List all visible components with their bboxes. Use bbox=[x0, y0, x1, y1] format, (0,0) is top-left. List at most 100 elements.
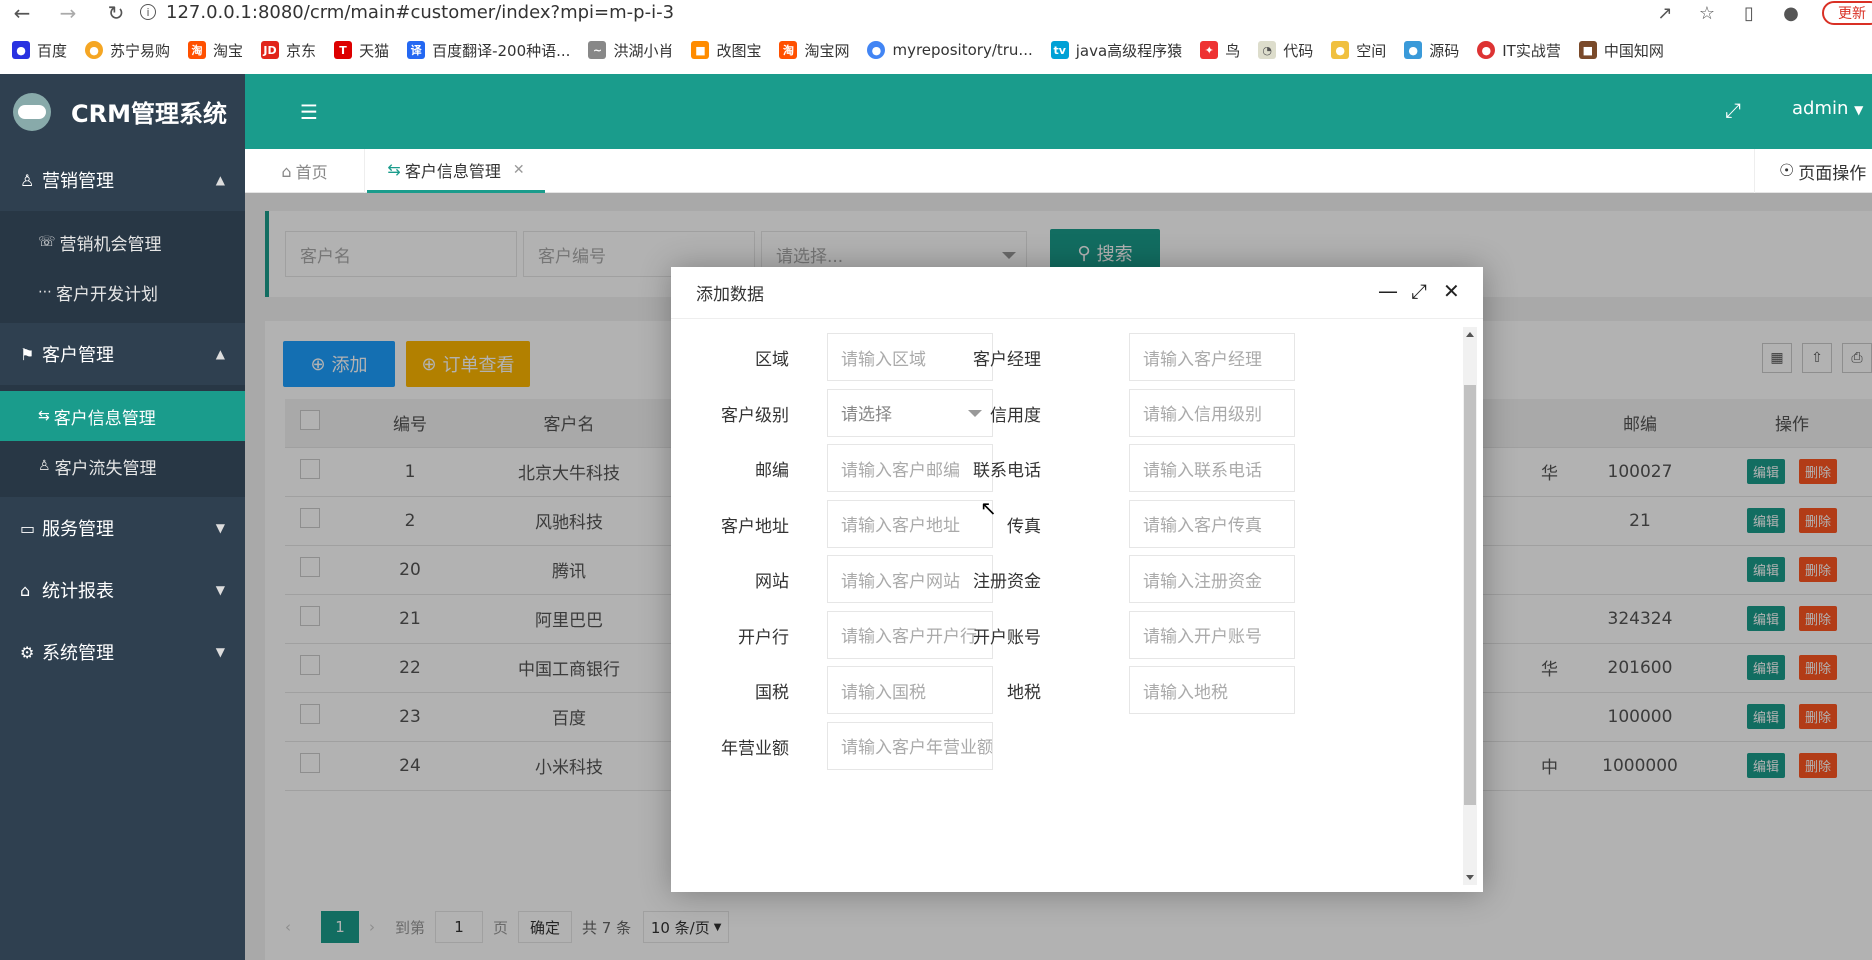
back-icon[interactable]: ← bbox=[8, 1, 36, 25]
sidebar-group-marketing[interactable]: ♙ 营销管理 ▲ bbox=[0, 149, 245, 211]
field-label: 国税 bbox=[755, 683, 789, 703]
ellipsis-icon: ⋯ bbox=[38, 284, 52, 300]
field-label: 网站 bbox=[755, 572, 789, 592]
suning-icon: ● bbox=[85, 41, 104, 59]
scroll-up-icon[interactable] bbox=[1466, 332, 1474, 337]
home-icon: ⌂ bbox=[281, 161, 292, 181]
bookmark-gaitubao[interactable]: ■ 改图宝 bbox=[691, 40, 761, 61]
forward-icon[interactable]: → bbox=[54, 1, 82, 25]
sidebar-item-opportunity[interactable]: ☏ 营销机会管理 bbox=[0, 217, 245, 267]
bookmark-myrepository[interactable]: ● myrepository/tru... bbox=[867, 41, 1033, 59]
flag-icon: ⚑ bbox=[20, 344, 35, 364]
chevron-up-icon: ▲ bbox=[215, 173, 225, 187]
form-input[interactable]: 请输入客户年营业额 bbox=[827, 721, 993, 770]
bookmark-it[interactable]: ● IT实战营 bbox=[1477, 40, 1561, 61]
sidebar-item-customer-loss[interactable]: ♙ 客户流失管理 bbox=[0, 441, 245, 491]
tab-bar: ⌂ 首页 ⇆ 客户信息管理 ✕ ☉ 页面操作 bbox=[245, 149, 1872, 193]
info-icon[interactable]: i bbox=[140, 4, 156, 20]
target-icon: ☉ bbox=[1779, 161, 1795, 181]
form-row: 网站 请输入客户网站 注册资金 请输入注册资金 bbox=[671, 555, 1451, 603]
page-ops-menu[interactable]: ☉ 页面操作 bbox=[1754, 149, 1872, 193]
user-menu[interactable]: admin ▼ bbox=[1792, 98, 1863, 119]
baidu-icon: ● bbox=[12, 41, 30, 59]
bookmark-tmall[interactable]: T 天猫 bbox=[334, 40, 389, 61]
code-icon: ◔ bbox=[1258, 41, 1277, 59]
tab-home[interactable]: ⌂ 首页 bbox=[245, 149, 365, 193]
bookmark-taobao[interactable]: 淘淘宝 bbox=[188, 40, 243, 61]
honghu-icon: ~ bbox=[588, 41, 607, 59]
add-data-dialog: 添加数据 — ⤢ ✕ 区域 请输入区域 客户经理 请输入客户经理 客户级别 请选择 信用度请… bbox=[671, 267, 1483, 892]
scroll-thumb[interactable] bbox=[1464, 385, 1476, 805]
form-row: 客户地址 请输入客户地址 传真 请输入客户传真 bbox=[671, 499, 1451, 548]
star-icon[interactable]: ☆ bbox=[1696, 2, 1718, 24]
sidebar-item-dev-plan[interactable]: ⋯ 客户开发计划 bbox=[0, 267, 245, 317]
field-label: 年营业额 bbox=[721, 738, 789, 759]
bookmark-baidu-translate[interactable]: 译百度翻译-200种语... bbox=[407, 40, 570, 61]
sidebar-group-service[interactable]: ▭ 服务管理 ▼ bbox=[0, 497, 245, 559]
bookmark-code[interactable]: ◔ 代码 bbox=[1258, 40, 1313, 61]
close-icon[interactable]: ✕ bbox=[1443, 279, 1460, 303]
field-label: 地税 bbox=[1007, 683, 1041, 703]
form-row: 开户行 请输入客户开户行 开户账号 请输入开户账号 bbox=[671, 610, 1451, 659]
form-input[interactable]: 请输入信用级别 bbox=[1129, 388, 1295, 437]
browser-toolbar: ← → ↻ i 127.0.0.1:8080/crm/main#customer… bbox=[0, 0, 1872, 26]
profile-icon[interactable]: ● bbox=[1780, 2, 1802, 24]
bookmark-cnki[interactable]: ■ 中国知网 bbox=[1578, 40, 1664, 61]
field-label: 区域 bbox=[755, 350, 789, 370]
form-row: 国税 请输入国税 地税 请输入地税 bbox=[671, 666, 1451, 714]
sidebar: CRM管理系统 ♙ 营销管理 ▲ ☏ 营销机会管理 ⋯ 客户开发计划 ⚑ 客户管理 … bbox=[0, 74, 245, 960]
bookmark-taobao-net[interactable]: 淘淘宝网 bbox=[779, 40, 849, 61]
caret-down-icon: ▼ bbox=[1854, 103, 1864, 117]
form-input[interactable]: 请输入客户传真 bbox=[1129, 499, 1295, 548]
bookmark-source[interactable]: ● 源码 bbox=[1404, 40, 1459, 61]
bookmark-suning[interactable]: ● 苏宁易购 bbox=[85, 40, 170, 61]
translate-icon: 译 bbox=[407, 41, 426, 59]
tab-customer-info[interactable]: ⇆ 客户信息管理 ✕ bbox=[367, 149, 545, 193]
form-input[interactable]: 请输入开户账号 bbox=[1129, 610, 1295, 659]
reload-icon[interactable]: ↻ bbox=[102, 1, 130, 25]
sidebar-group-report[interactable]: ⌂ 统计报表 ▼ bbox=[0, 559, 245, 621]
form-input[interactable]: 请输入注册资金 bbox=[1129, 555, 1295, 603]
form-input[interactable]: 请输入客户经理 bbox=[1129, 333, 1295, 381]
sidepanel-icon[interactable]: ▯ bbox=[1738, 2, 1760, 24]
bookmark-baidu[interactable]: ● 百度 bbox=[12, 40, 67, 61]
bookmark-bird[interactable]: ✦ 鸟 bbox=[1200, 40, 1240, 61]
field-label: 信用度 bbox=[990, 405, 1041, 426]
bookmark-space[interactable]: ● 空间 bbox=[1331, 40, 1386, 61]
update-button[interactable]: 更新 bbox=[1822, 1, 1872, 25]
chevron-up-icon: ▲ bbox=[215, 347, 225, 361]
url-text: 127.0.0.1:8080/crm/main#customer/index?m… bbox=[166, 1, 675, 23]
form-row: 邮编 请输入客户邮编 联系电话 请输入联系电话 bbox=[671, 444, 1451, 492]
close-icon[interactable]: ✕ bbox=[513, 162, 525, 178]
bookmark-jd[interactable]: JD 京东 bbox=[261, 40, 316, 61]
menu-toggle-icon[interactable]: ☰ bbox=[300, 100, 320, 124]
form-input[interactable]: 请输入地税 bbox=[1129, 666, 1295, 714]
sidebar-group-system[interactable]: ⚙ 系统管理 ▼ bbox=[0, 621, 245, 683]
field-label: 客户经理 bbox=[973, 350, 1041, 370]
app-title: CRM管理系统 bbox=[71, 100, 227, 128]
cnki-icon: ■ bbox=[1578, 41, 1597, 59]
dashboard-icon: ☏ bbox=[38, 234, 56, 250]
sidebar-item-customer-info[interactable]: ⇆ 客户信息管理 bbox=[0, 391, 245, 441]
address-bar[interactable]: i 127.0.0.1:8080/crm/main#customer/index… bbox=[140, 0, 674, 24]
maximize-icon[interactable]: ⤢ bbox=[1411, 279, 1427, 303]
dialog-scrollbar[interactable] bbox=[1463, 327, 1477, 885]
fullscreen-icon[interactable]: ⤢ bbox=[1725, 98, 1741, 122]
minimize-icon[interactable]: — bbox=[1378, 279, 1398, 303]
taobao-icon: 淘 bbox=[188, 41, 207, 59]
bookmark-honghu[interactable]: ~ 洪湖小肖 bbox=[588, 40, 673, 61]
exchange-icon: ⇆ bbox=[387, 160, 401, 179]
scroll-down-icon[interactable] bbox=[1466, 875, 1474, 880]
field-label: 客户地址 bbox=[721, 516, 789, 537]
form-input[interactable]: 请输入联系电话 bbox=[1129, 444, 1295, 492]
taobao-net-icon: 淘 bbox=[779, 41, 798, 59]
exchange-icon: ⇆ bbox=[38, 408, 50, 424]
sidebar-group-customer[interactable]: ⚑ 客户管理 ▲ bbox=[0, 323, 245, 385]
field-label: 开户账号 bbox=[973, 627, 1041, 648]
mouse-cursor-icon: ↖ bbox=[980, 496, 997, 520]
sidebar-sublist-marketing: ☏ 营销机会管理 ⋯ 客户开发计划 bbox=[0, 211, 245, 323]
field-label: 客户级别 bbox=[721, 405, 789, 426]
user-icon: ♙ bbox=[20, 170, 35, 190]
share-icon[interactable]: ↗ bbox=[1654, 2, 1676, 24]
bookmark-java[interactable]: tv java高级程序猿 bbox=[1050, 40, 1182, 61]
